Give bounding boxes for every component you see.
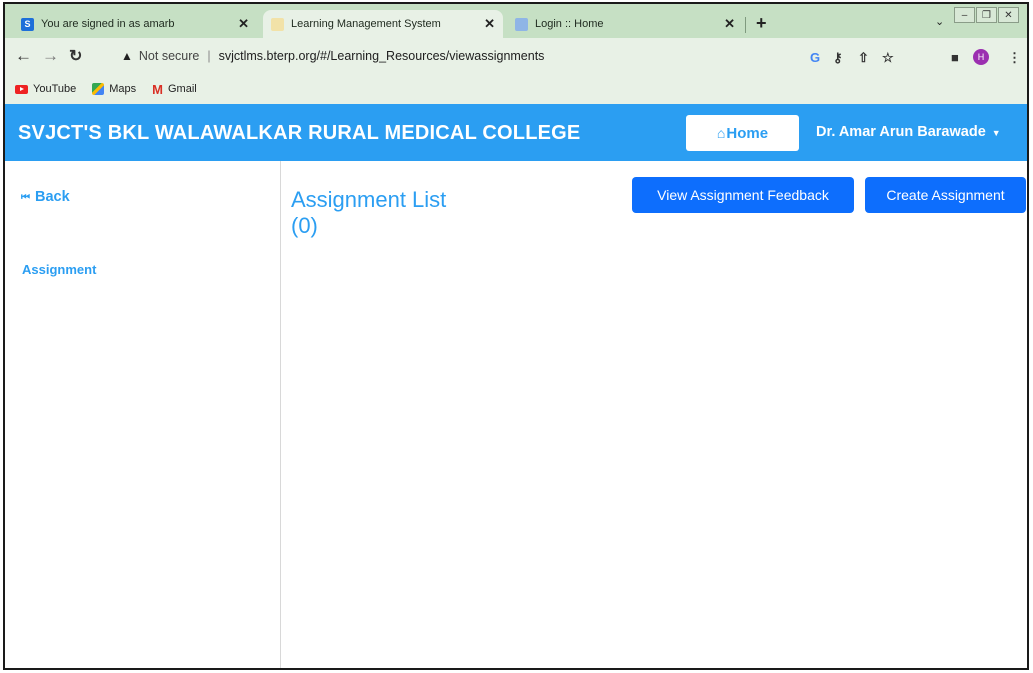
tab-search-chevron-icon[interactable]: ⌄ xyxy=(935,15,944,28)
home-label: Home xyxy=(726,124,769,142)
page-title-text: Assignment List xyxy=(291,187,447,212)
page-favicon-icon xyxy=(515,17,528,31)
bookmark-maps[interactable]: Maps xyxy=(92,83,136,95)
bookmark-youtube[interactable]: YouTube xyxy=(15,83,76,95)
profile-avatar[interactable]: H xyxy=(973,49,989,65)
college-title: SVJCT'S BKL WALAWALKAR RURAL MEDICAL COL… xyxy=(18,122,581,144)
assignment-count: (0) xyxy=(291,213,318,238)
tab-divider xyxy=(745,17,746,33)
maximize-icon[interactable]: ❐ xyxy=(976,7,997,23)
address-bar[interactable]: ▲ Not secure | svjctlms.bterp.org/#/Lear… xyxy=(121,43,971,69)
double-back-icon: ⏮ xyxy=(21,191,30,203)
share-icon[interactable]: ⇧ xyxy=(858,50,869,66)
tab-strip: S You are signed in as amarb ✕ Learning … xyxy=(5,4,1027,38)
new-tab-icon[interactable]: + xyxy=(756,13,767,34)
tab-title: Learning Management System xyxy=(291,18,441,30)
minimize-icon[interactable]: – xyxy=(954,7,975,23)
back-link[interactable]: ⏮ Back xyxy=(21,189,70,205)
back-arrow-icon[interactable]: ← xyxy=(15,46,32,66)
gmail-icon: M xyxy=(152,81,163,97)
view-assignment-feedback-button[interactable]: View Assignment Feedback xyxy=(632,177,854,213)
back-label: Back xyxy=(35,189,70,205)
password-key-icon[interactable]: ⚷ xyxy=(833,50,843,66)
google-icon[interactable]: G xyxy=(810,50,820,65)
tab-lms[interactable]: Learning Management System ✕ xyxy=(263,10,503,38)
tab-signed-in[interactable]: S You are signed in as amarb ✕ xyxy=(13,10,257,38)
sidebar: ⏮ Back Assignment xyxy=(5,161,281,668)
forward-arrow-icon[interactable]: → xyxy=(42,46,59,66)
close-tab-icon[interactable]: ✕ xyxy=(238,16,249,32)
bookmark-gmail[interactable]: M Gmail xyxy=(152,82,197,97)
side-panel-icon[interactable]: ■ xyxy=(951,50,959,65)
browser-toolbar: ← → ↻ ▲ Not secure | svjctlms.bterp.org/… xyxy=(5,38,1027,74)
bookmark-star-icon[interactable]: ☆ xyxy=(882,50,894,66)
tab-title: Login :: Home xyxy=(535,18,604,30)
user-menu[interactable]: Dr. Amar Arun Barawade ▼ xyxy=(816,124,1001,140)
bookmark-label: Maps xyxy=(109,83,137,95)
tab-title: You are signed in as amarb xyxy=(41,18,175,30)
window-controls: – ❐ ✕ xyxy=(953,7,1019,25)
bookmark-label: YouTube xyxy=(33,83,77,95)
close-window-icon[interactable]: ✕ xyxy=(998,7,1019,23)
security-status: Not secure xyxy=(138,49,200,63)
home-icon: ⌂ xyxy=(716,125,726,141)
close-tab-icon[interactable]: ✕ xyxy=(484,16,495,32)
create-assignment-button[interactable]: Create Assignment xyxy=(865,177,1026,213)
sidebar-item-assignment[interactable]: Assignment xyxy=(22,262,96,277)
lms-favicon-icon xyxy=(271,17,284,31)
youtube-icon xyxy=(15,84,28,94)
app-header: SVJCT'S BKL WALAWALKAR RURAL MEDICAL COL… xyxy=(5,104,1027,161)
bookmarks-bar: YouTube Maps M Gmail xyxy=(5,74,1027,104)
address-divider: | xyxy=(207,49,211,63)
menu-dots-icon[interactable]: ⋮ xyxy=(1008,50,1021,66)
bookmark-label: Gmail xyxy=(167,83,197,95)
maps-icon xyxy=(92,83,105,95)
reload-icon[interactable]: ↻ xyxy=(69,46,82,66)
url-text: svjctlms.bterp.org/#/Learning_Resources/… xyxy=(218,49,545,63)
warning-icon: ▲ xyxy=(121,49,133,63)
user-name: Dr. Amar Arun Barawade xyxy=(816,124,986,140)
page-title: Assignment List (0) xyxy=(291,187,446,239)
tab-login-home[interactable]: Login :: Home ✕ xyxy=(507,10,743,38)
browser-window: S You are signed in as amarb ✕ Learning … xyxy=(3,2,1029,670)
home-button[interactable]: ⌂ Home xyxy=(686,115,799,151)
s-favicon-icon: S xyxy=(21,17,34,31)
close-tab-icon[interactable]: ✕ xyxy=(724,16,735,32)
caret-down-icon: ▼ xyxy=(991,128,1001,138)
